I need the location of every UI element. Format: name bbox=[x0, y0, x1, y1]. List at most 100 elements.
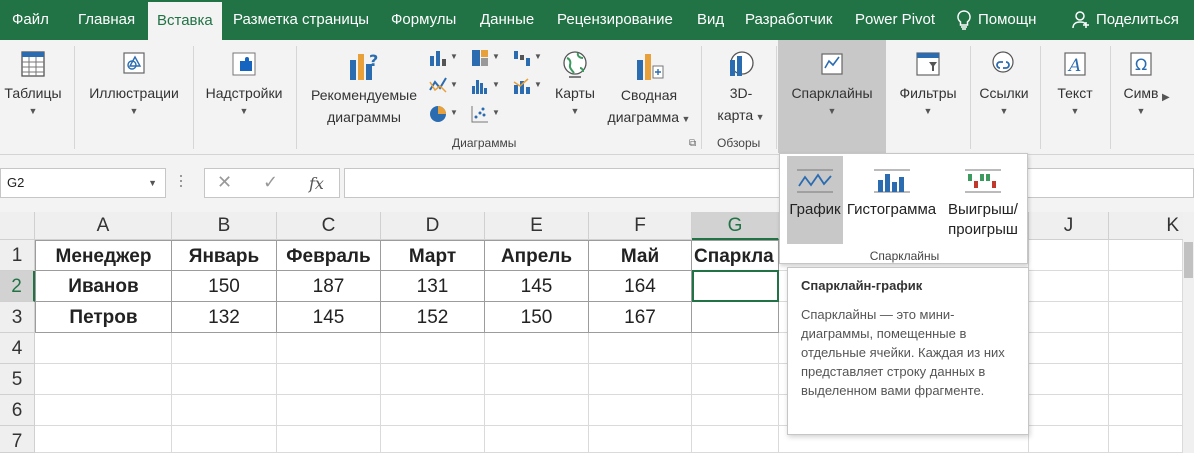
empty-cell[interactable] bbox=[1029, 426, 1109, 453]
cell-d1[interactable]: Март bbox=[381, 240, 485, 271]
empty-cell[interactable] bbox=[485, 364, 589, 395]
empty-cell[interactable] bbox=[35, 333, 172, 364]
dialog-launcher-icon[interactable]: ⧉ bbox=[689, 138, 696, 149]
empty-cell[interactable] bbox=[35, 364, 172, 395]
column-header-c[interactable]: C bbox=[277, 212, 381, 240]
empty-cell[interactable] bbox=[277, 426, 381, 453]
cell-e3[interactable]: 150 bbox=[485, 302, 589, 333]
tab-home[interactable]: Главная bbox=[78, 0, 135, 40]
column-header-e[interactable]: E bbox=[485, 212, 589, 240]
empty-cell[interactable] bbox=[589, 364, 692, 395]
empty-cell[interactable] bbox=[1029, 364, 1109, 395]
row-header-7[interactable]: 7 bbox=[0, 426, 35, 453]
links-button[interactable]: Ссылки ▼ bbox=[974, 48, 1034, 118]
tables-button[interactable]: Таблицы ▼ bbox=[0, 48, 66, 118]
empty-cell[interactable] bbox=[1109, 240, 1183, 271]
column-header-f[interactable]: F bbox=[589, 212, 692, 240]
hierarchy-chart-button[interactable]: ▼ bbox=[470, 48, 500, 70]
waterfall-chart-button[interactable]: ▼ bbox=[512, 48, 542, 70]
scrollbar-thumb[interactable] bbox=[1184, 242, 1193, 278]
ribbon-scroll-right-icon[interactable]: ▶ bbox=[1162, 92, 1170, 103]
column-header-g[interactable]: G bbox=[692, 212, 779, 240]
empty-cell[interactable] bbox=[485, 333, 589, 364]
name-box[interactable]: G2 ▼ bbox=[0, 168, 166, 198]
empty-cell[interactable] bbox=[589, 426, 692, 453]
empty-cell[interactable] bbox=[1029, 395, 1109, 426]
empty-cell[interactable] bbox=[1109, 302, 1183, 333]
pie-chart-button[interactable]: ▼ bbox=[428, 104, 458, 126]
insert-function-icon[interactable]: fx bbox=[309, 174, 324, 193]
chevron-down-icon[interactable]: ▼ bbox=[148, 169, 157, 197]
text-button[interactable]: A Текст ▼ bbox=[1046, 48, 1104, 118]
tab-power-pivot[interactable]: Power Pivot bbox=[855, 0, 935, 40]
tab-file[interactable]: Файл bbox=[12, 0, 49, 40]
column-header-b[interactable]: B bbox=[172, 212, 277, 240]
empty-cell[interactable] bbox=[1029, 240, 1109, 271]
pivot-chart-button[interactable]: Сводная диаграмма ▼ bbox=[600, 48, 698, 130]
empty-cell[interactable] bbox=[1109, 271, 1183, 302]
empty-cell[interactable] bbox=[277, 364, 381, 395]
empty-cell[interactable] bbox=[1109, 333, 1183, 364]
empty-cell[interactable] bbox=[381, 395, 485, 426]
row-header-3[interactable]: 3 bbox=[0, 302, 35, 333]
empty-cell[interactable] bbox=[692, 426, 779, 453]
addins-button[interactable]: Надстройки ▼ bbox=[200, 48, 288, 118]
row-header-5[interactable]: 5 bbox=[0, 364, 35, 395]
scatter-chart-button[interactable]: ▼ bbox=[470, 104, 500, 126]
active-cell-cursor[interactable] bbox=[692, 270, 779, 302]
filters-button[interactable]: Фильтры ▼ bbox=[890, 48, 966, 118]
cell-d2[interactable]: 131 bbox=[381, 271, 485, 302]
empty-cell[interactable] bbox=[1109, 426, 1183, 453]
sparkline-line-option[interactable]: График bbox=[787, 156, 843, 244]
empty-cell[interactable] bbox=[381, 364, 485, 395]
sparkline-column-option[interactable]: Гистограмма bbox=[844, 156, 939, 244]
empty-cell[interactable] bbox=[381, 426, 485, 453]
formula-bar-grip[interactable] bbox=[180, 172, 185, 192]
cell-g3[interactable] bbox=[692, 302, 779, 333]
tab-review[interactable]: Рецензирование bbox=[557, 0, 673, 40]
empty-cell[interactable] bbox=[589, 395, 692, 426]
cell-c3[interactable]: 145 bbox=[277, 302, 381, 333]
empty-cell[interactable] bbox=[35, 426, 172, 453]
cell-g1[interactable]: Спаркла bbox=[692, 240, 779, 271]
column-header-d[interactable]: D bbox=[381, 212, 485, 240]
empty-cell[interactable] bbox=[485, 426, 589, 453]
empty-cell[interactable] bbox=[277, 333, 381, 364]
maps-button[interactable]: Карты ▼ bbox=[550, 48, 600, 118]
empty-cell[interactable] bbox=[1109, 364, 1183, 395]
empty-cell[interactable] bbox=[1109, 395, 1183, 426]
empty-cell[interactable] bbox=[172, 426, 277, 453]
cell-f1[interactable]: Май bbox=[589, 240, 692, 271]
row-header-1[interactable]: 1 bbox=[0, 240, 35, 271]
empty-cell[interactable] bbox=[1029, 333, 1109, 364]
empty-cell[interactable] bbox=[172, 395, 277, 426]
column-header-j[interactable]: J bbox=[1029, 212, 1109, 240]
formula-input[interactable] bbox=[344, 168, 1194, 198]
sparkline-winloss-option[interactable]: Выигрыш/ проигрыш bbox=[940, 156, 1026, 244]
vertical-scrollbar[interactable] bbox=[1183, 212, 1194, 453]
3d-map-button[interactable]: 3D- карта ▼ bbox=[708, 48, 774, 128]
cancel-icon[interactable]: ✕ bbox=[217, 172, 232, 193]
row-header-2[interactable]: 2 bbox=[0, 271, 35, 302]
row-header-4[interactable]: 4 bbox=[0, 333, 35, 364]
empty-cell[interactable] bbox=[692, 395, 779, 426]
tab-insert[interactable]: Вставка bbox=[148, 2, 222, 40]
tab-data[interactable]: Данные bbox=[480, 0, 534, 40]
empty-cell[interactable] bbox=[485, 395, 589, 426]
cell-a3[interactable]: Петров bbox=[35, 302, 172, 333]
cell-c2[interactable]: 187 bbox=[277, 271, 381, 302]
cell-c1[interactable]: Февраль bbox=[277, 240, 381, 271]
tab-developer[interactable]: Разработчик bbox=[745, 0, 832, 40]
row-header-6[interactable]: 6 bbox=[0, 395, 35, 426]
tab-view[interactable]: Вид bbox=[697, 0, 724, 40]
cell-b2[interactable]: 150 bbox=[172, 271, 277, 302]
cell-e1[interactable]: Апрель bbox=[485, 240, 589, 271]
column-header-k[interactable]: K bbox=[1109, 212, 1194, 240]
empty-cell[interactable] bbox=[589, 333, 692, 364]
empty-cell[interactable] bbox=[1029, 271, 1109, 302]
symbols-button[interactable]: Ω Симв ▼ bbox=[1114, 48, 1168, 118]
cell-b3[interactable]: 132 bbox=[172, 302, 277, 333]
illustrations-button[interactable]: Иллюстрации ▼ bbox=[84, 48, 184, 118]
tab-formulas[interactable]: Формулы bbox=[391, 0, 456, 40]
empty-cell[interactable] bbox=[35, 395, 172, 426]
